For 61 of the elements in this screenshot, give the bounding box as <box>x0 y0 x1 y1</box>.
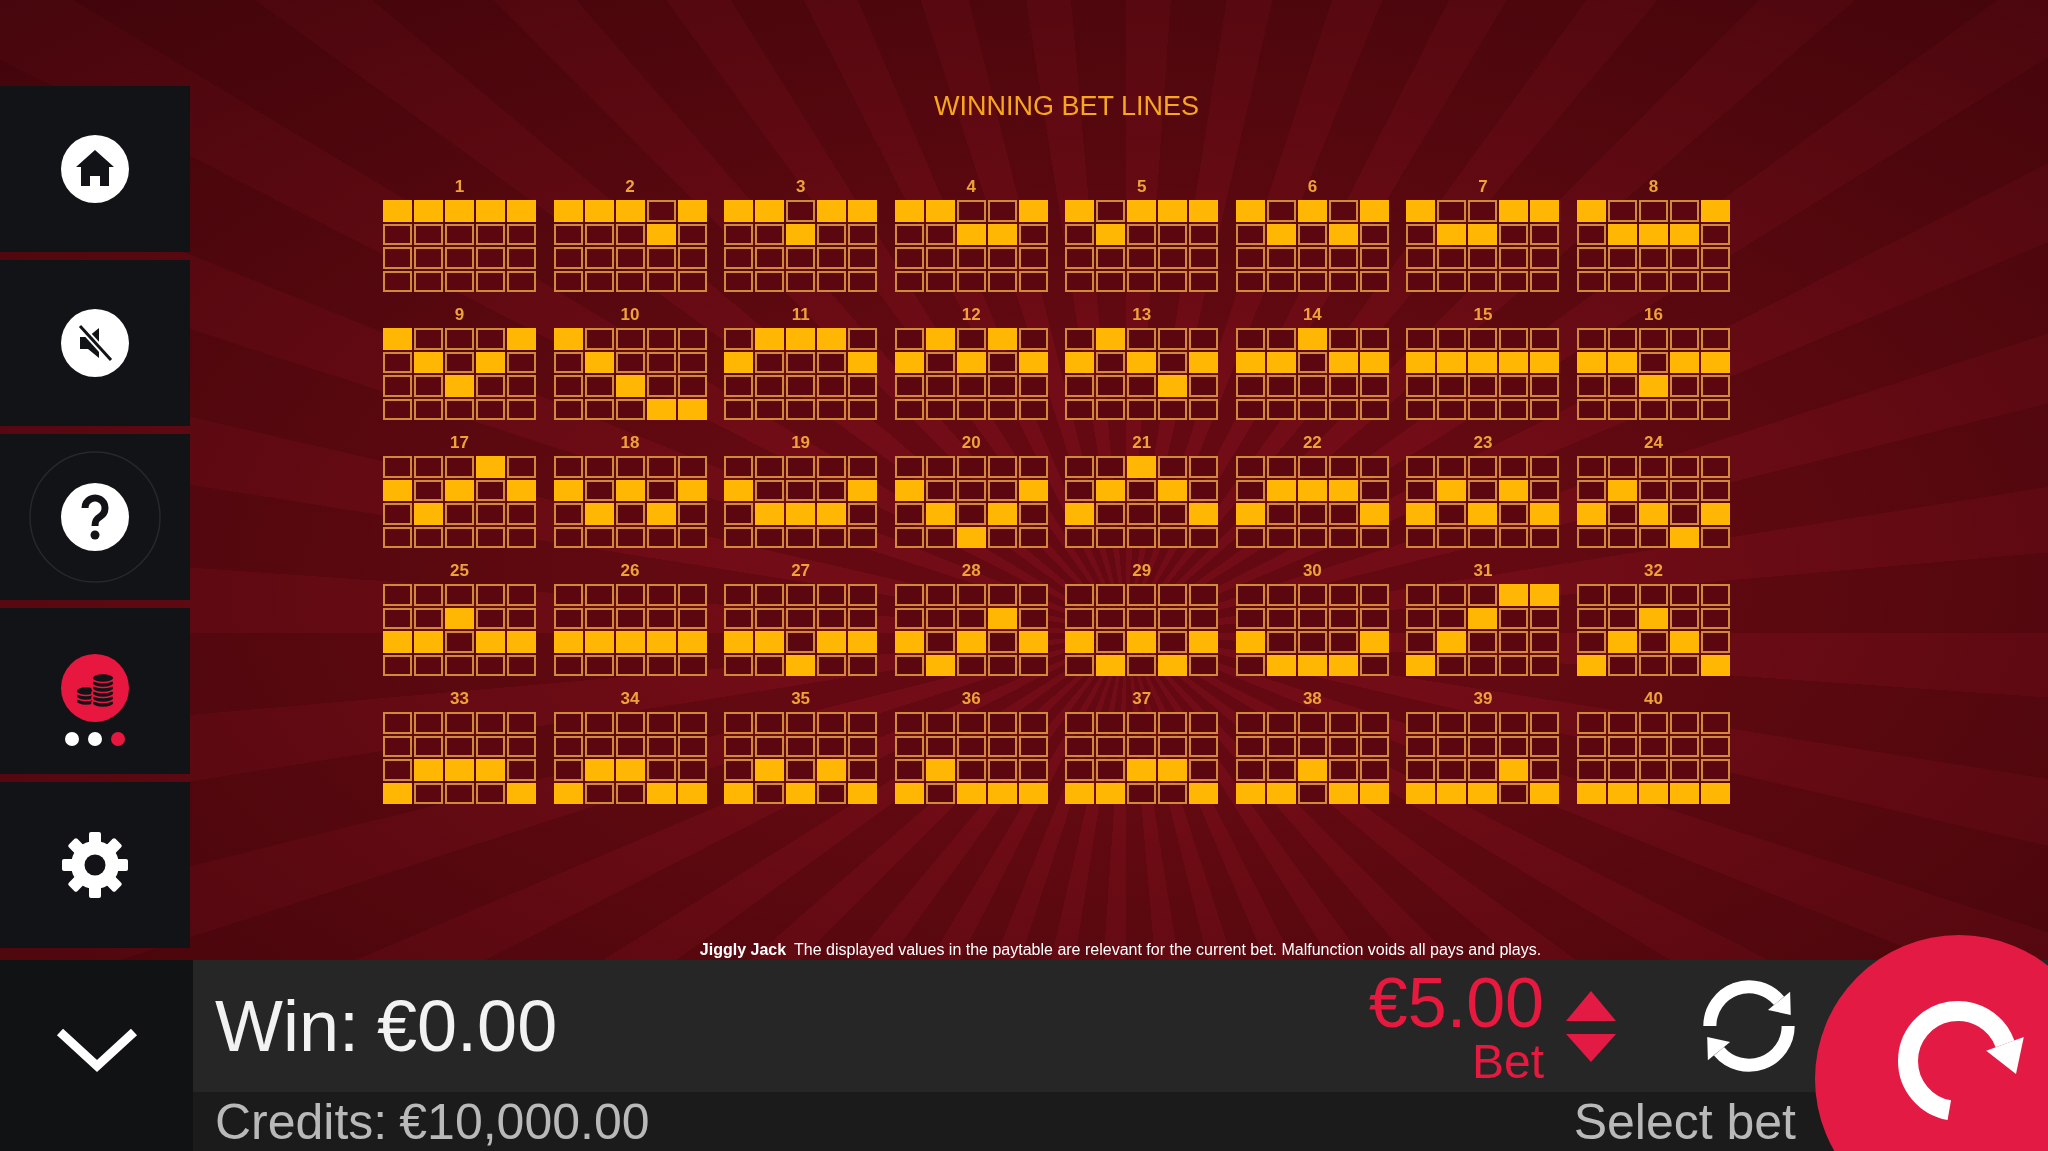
down-triangle-icon[interactable] <box>1566 1033 1616 1062</box>
help-button[interactable] <box>0 434 190 600</box>
line-number: 20 <box>961 434 981 452</box>
line-number: 35 <box>791 690 811 708</box>
line-number: 7 <box>1478 178 1488 196</box>
page-title: WINNING BET LINES <box>933 90 1199 123</box>
line-number: 21 <box>1132 434 1152 452</box>
line-number: 25 <box>450 562 469 580</box>
select-bet-label: Select bet <box>1573 1096 1796 1147</box>
line-number: 11 <box>791 306 810 324</box>
line-number: 14 <box>1302 306 1322 324</box>
line-number: 10 <box>620 306 640 324</box>
line-number: 27 <box>791 562 811 580</box>
line-number: 13 <box>1132 306 1152 324</box>
line-number: 5 <box>1137 178 1147 196</box>
win-label: Win: <box>215 990 359 1062</box>
line-number: 2 <box>625 178 635 196</box>
line-number: 19 <box>791 434 811 452</box>
home-button[interactable] <box>0 86 190 252</box>
line-number: 22 <box>1302 434 1322 452</box>
line-number: 6 <box>1307 178 1318 196</box>
line-number: 16 <box>1644 306 1663 324</box>
line-number: 23 <box>1473 434 1493 452</box>
bet-amount: €5.00 <box>1368 968 1544 1038</box>
line-number: 37 <box>1132 690 1152 708</box>
refresh-icon[interactable] <box>1702 979 1796 1073</box>
line-number: 31 <box>1473 562 1493 580</box>
credits-amount: €10,000.00 <box>399 1096 650 1147</box>
line-number: 30 <box>1302 562 1322 580</box>
bet-button[interactable] <box>0 608 190 774</box>
line-number: 29 <box>1132 562 1152 580</box>
collapse-button[interactable] <box>0 960 193 1151</box>
line-number: 17 <box>450 434 469 452</box>
spin-button[interactable] <box>1815 935 2048 1151</box>
line-number: 8 <box>1648 178 1659 196</box>
line-number: 36 <box>961 690 981 708</box>
line-number: 1 <box>454 178 465 196</box>
game-title: Jiggly Jack <box>699 941 787 959</box>
line-number: 39 <box>1473 690 1493 708</box>
line-number: 18 <box>620 434 640 452</box>
line-number: 15 <box>1473 306 1493 324</box>
sound-button[interactable] <box>0 260 190 426</box>
line-number: 32 <box>1644 562 1663 580</box>
bet-label: Bet <box>1471 1038 1544 1086</box>
disclaimer-text: The displayed values in the paytable are relevant for the current bet. Malfunction voids all pays and plays. <box>794 941 1542 959</box>
line-number: 12 <box>961 306 981 324</box>
line-number: 28 <box>961 562 981 580</box>
line-number: 26 <box>620 562 640 580</box>
line-number: 40 <box>1644 690 1663 708</box>
line-number: 4 <box>966 178 976 196</box>
up-triangle-icon[interactable] <box>1566 990 1616 1021</box>
credits-label: Credits: <box>215 1096 388 1147</box>
circular-arrow-icon <box>1898 1001 2024 1120</box>
line-number: 9 <box>454 306 465 324</box>
line-number: 38 <box>1302 690 1322 708</box>
line-number: 34 <box>620 690 640 708</box>
line-number: 33 <box>450 690 469 708</box>
settings-button[interactable] <box>0 782 190 948</box>
win-amount: €0.00 <box>377 990 558 1062</box>
line-number: 24 <box>1644 434 1663 452</box>
line-number: 3 <box>795 178 806 196</box>
